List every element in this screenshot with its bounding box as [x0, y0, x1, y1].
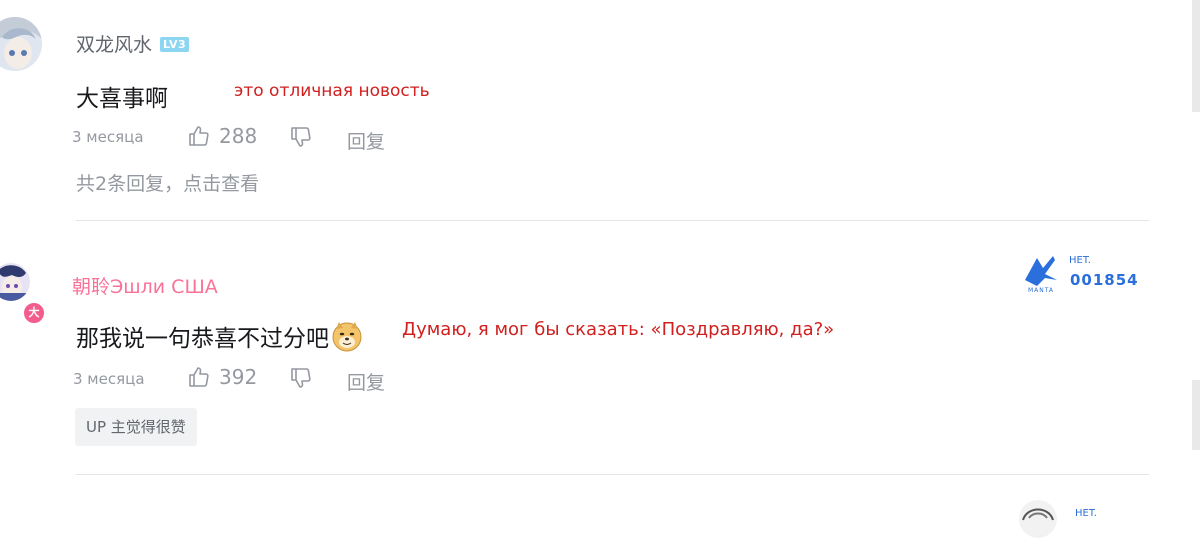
scrollbar-thumb[interactable]	[1192, 380, 1200, 450]
avatar-image	[0, 263, 30, 301]
avatar	[1019, 500, 1057, 538]
manta-logo-icon: MANTA	[1025, 256, 1057, 294]
comment-time: 3 месяца	[72, 128, 144, 146]
fan-badge-label: HET.	[1075, 508, 1097, 519]
up-liked-tag: UP 主觉得很赞	[75, 408, 197, 446]
reply-button[interactable]: 回复	[347, 127, 385, 154]
scrollbar[interactable]	[1192, 0, 1200, 112]
doge-emoji	[332, 322, 362, 352]
like-button[interactable]: 392	[187, 365, 257, 389]
like-count: 288	[219, 124, 258, 148]
username-text[interactable]: 双龙风水	[76, 34, 152, 56]
comment-content: 大喜事啊	[76, 86, 168, 112]
dislike-button[interactable]	[289, 125, 321, 149]
avatar-image	[0, 17, 42, 71]
comment-username[interactable]: 双龙风水 LV3	[76, 30, 190, 57]
comment-username[interactable]: 朝聆Эшли США	[72, 272, 218, 299]
view-replies-link[interactable]: 共2条回复，点击查看	[76, 169, 259, 196]
divider	[76, 474, 1149, 475]
level-badge: LV3	[160, 37, 190, 52]
divider	[76, 220, 1149, 221]
comment-text: 那我说一句恭喜不过分吧	[76, 326, 329, 352]
comment-time: 3 месяца	[73, 370, 145, 388]
fan-badge-number: 001854	[1070, 271, 1139, 289]
avatar-badge: 大	[22, 301, 46, 325]
comment-translation: Думаю, я мог бы сказать: «Поздравляю, да…	[402, 319, 835, 340]
comment-translation: это отличная новость	[234, 81, 430, 101]
thumbs-down-icon	[291, 368, 311, 388]
thumbs-down-icon	[291, 127, 311, 147]
fan-badge-label: HET.	[1069, 255, 1091, 266]
like-button[interactable]: 288	[187, 124, 257, 148]
like-count: 392	[219, 365, 258, 389]
comment-content: 那我说一句恭喜不过分吧	[76, 319, 363, 353]
reply-button[interactable]: 回复	[347, 368, 385, 395]
dislike-button[interactable]	[289, 366, 321, 390]
manta-brand: MANTA	[1028, 287, 1054, 294]
avatar[interactable]	[0, 263, 30, 301]
avatar-image	[1019, 500, 1057, 538]
avatar[interactable]	[0, 17, 42, 71]
thumbs-up-icon	[189, 126, 209, 146]
fan-badge[interactable]: MANTA HET. 001854	[1019, 252, 1149, 296]
thumbs-up-icon	[189, 367, 209, 387]
